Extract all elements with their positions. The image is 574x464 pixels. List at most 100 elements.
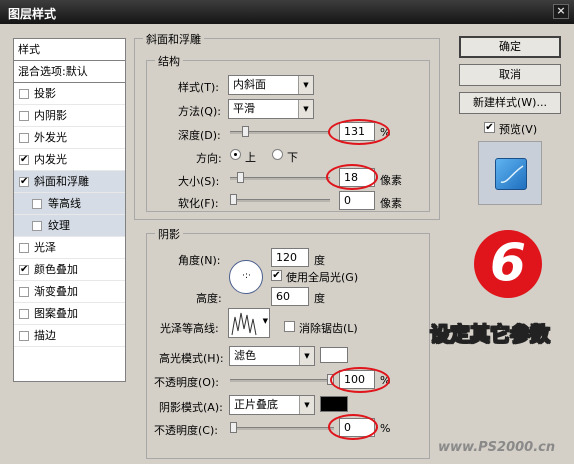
style-item-label: 颜色叠加 bbox=[34, 263, 78, 276]
angle-label: 角度(N): bbox=[178, 254, 221, 267]
depth-slider[interactable] bbox=[230, 126, 330, 138]
shadow-opacity-unit: % bbox=[380, 422, 391, 435]
style-item-checkbox[interactable] bbox=[19, 243, 29, 253]
chevron-down-icon: ▼ bbox=[262, 317, 268, 325]
style-item-checkbox[interactable] bbox=[32, 199, 42, 209]
altitude-unit: 度 bbox=[314, 292, 325, 305]
soften-slider[interactable] bbox=[230, 194, 330, 206]
style-list-item[interactable]: ✔ 颜色叠加 bbox=[14, 259, 125, 281]
step-number-badge: 6 bbox=[474, 230, 542, 298]
window-title: 图层样式 bbox=[8, 7, 57, 21]
global-light-checkbox[interactable]: ✔ bbox=[271, 270, 282, 281]
highlight-opacity-slider[interactable] bbox=[230, 374, 334, 386]
shadow-mode-value: 正片叠底 bbox=[234, 398, 278, 411]
style-list-header[interactable]: 样式 bbox=[14, 39, 125, 61]
style-list-item[interactable]: 等高线 bbox=[14, 193, 125, 215]
ok-button[interactable]: 确定 bbox=[459, 36, 561, 58]
style-item-checkbox[interactable] bbox=[19, 133, 29, 143]
style-item-checkbox[interactable]: ✔ bbox=[19, 177, 29, 187]
style-item-checkbox[interactable] bbox=[19, 111, 29, 121]
preview-line-icon bbox=[500, 165, 524, 183]
highlight-opacity-label: 不透明度(O): bbox=[154, 376, 219, 389]
shadow-color-swatch[interactable] bbox=[320, 396, 348, 412]
style-list-item[interactable]: ✔ 内发光 bbox=[14, 149, 125, 171]
style-item-label: 内发光 bbox=[34, 153, 67, 166]
title-bar: 图层样式 × bbox=[0, 0, 574, 24]
highlight-mode-label: 高光模式(H): bbox=[159, 352, 224, 365]
global-light-label: 使用全局光(G) bbox=[286, 271, 359, 284]
cancel-button[interactable]: 取消 bbox=[459, 64, 561, 86]
layer-style-dialog: 样式 混合选项:默认 投影内阴影 外发光 ✔ 内发光 ✔ 斜面和浮雕等高线纹理光泽 ✔ 颜色叠… bbox=[0, 24, 574, 464]
style-list-item[interactable]: 纹理 bbox=[14, 215, 125, 237]
preview-checkbox[interactable]: ✔ bbox=[484, 122, 495, 133]
bevel-emboss-title: 斜面和浮雕 bbox=[143, 31, 204, 47]
depth-label: 深度(D): bbox=[178, 129, 221, 142]
annotation-circle bbox=[328, 414, 378, 440]
shading-title: 阴影 bbox=[155, 226, 183, 242]
style-item-label: 等高线 bbox=[48, 197, 81, 210]
step-caption: 设定其它参数 bbox=[430, 322, 551, 347]
style-list-item[interactable]: 描边 bbox=[14, 325, 125, 347]
angle-dial[interactable]: ·:· bbox=[229, 260, 263, 294]
style-list-item[interactable]: 图案叠加 bbox=[14, 303, 125, 325]
depth-slider-thumb[interactable] bbox=[242, 126, 249, 137]
style-item-checkbox[interactable] bbox=[19, 287, 29, 297]
style-item-checkbox[interactable] bbox=[19, 309, 29, 319]
direction-label: 方向: bbox=[196, 152, 222, 165]
highlight-color-swatch[interactable] bbox=[320, 347, 348, 363]
direction-up-label: 上 bbox=[245, 151, 256, 164]
style-item-label: 投影 bbox=[34, 87, 56, 100]
style-item-label: 斜面和浮雕 bbox=[34, 175, 89, 188]
direction-down-label: 下 bbox=[287, 151, 298, 164]
size-slider[interactable] bbox=[230, 172, 330, 184]
style-label: 样式(T): bbox=[178, 81, 220, 94]
angle-input[interactable]: 120 bbox=[271, 248, 309, 267]
style-item-checkbox[interactable] bbox=[19, 331, 29, 341]
gloss-contour-picker[interactable]: ▼ bbox=[228, 308, 270, 338]
size-label: 大小(S): bbox=[178, 175, 220, 188]
soften-input[interactable]: 0 bbox=[339, 191, 375, 210]
style-list-item[interactable]: 外发光 bbox=[14, 127, 125, 149]
watermark: www.PS2000.cn bbox=[438, 440, 556, 455]
style-list-item[interactable]: 投影 bbox=[14, 83, 125, 105]
blend-options-item[interactable]: 混合选项:默认 bbox=[14, 61, 125, 83]
highlight-mode-select[interactable]: 滤色 ▼ bbox=[229, 346, 315, 366]
altitude-label: 高度: bbox=[196, 292, 222, 305]
style-item-checkbox[interactable] bbox=[19, 89, 29, 99]
new-style-button[interactable]: 新建样式(W)... bbox=[459, 92, 561, 114]
style-item-label: 纹理 bbox=[48, 219, 70, 232]
style-list-item[interactable]: 渐变叠加 bbox=[14, 281, 125, 303]
style-item-label: 光泽 bbox=[34, 241, 56, 254]
style-item-checkbox[interactable] bbox=[32, 221, 42, 231]
angle-crosshair-icon: ·:· bbox=[242, 271, 251, 281]
altitude-input[interactable]: 60 bbox=[271, 287, 309, 306]
style-list: 样式 混合选项:默认 投影内阴影 外发光 ✔ 内发光 ✔ 斜面和浮雕等高线纹理光泽 ✔ 颜色叠… bbox=[13, 38, 126, 382]
chevron-down-icon: ▼ bbox=[298, 76, 313, 94]
chevron-down-icon: ▼ bbox=[299, 347, 314, 365]
preview-label: 预览(V) bbox=[499, 123, 538, 136]
shadow-opacity-slider[interactable] bbox=[230, 422, 334, 434]
technique-label: 方法(Q): bbox=[178, 105, 221, 118]
technique-value: 平滑 bbox=[233, 102, 255, 115]
bevel-style-select[interactable]: 内斜面 ▼ bbox=[228, 75, 314, 95]
style-item-checkbox[interactable]: ✔ bbox=[19, 265, 29, 275]
technique-select[interactable]: 平滑 ▼ bbox=[228, 99, 314, 119]
antialias-checkbox[interactable] bbox=[284, 321, 295, 332]
style-item-checkbox[interactable]: ✔ bbox=[19, 155, 29, 165]
style-list-item[interactable]: 内阴影 bbox=[14, 105, 125, 127]
soften-unit: 像素 bbox=[380, 197, 402, 210]
shadow-mode-label: 阴影模式(A): bbox=[159, 401, 223, 414]
shadow-opacity-thumb[interactable] bbox=[230, 422, 237, 433]
shadow-mode-select[interactable]: 正片叠底 ▼ bbox=[229, 395, 315, 415]
soften-label: 软化(F): bbox=[178, 197, 219, 210]
style-list-item[interactable]: ✔ 斜面和浮雕 bbox=[14, 171, 125, 193]
step-number: 6 bbox=[489, 233, 527, 293]
annotation-circle bbox=[326, 164, 378, 190]
direction-down-radio[interactable] bbox=[272, 149, 283, 160]
size-slider-thumb[interactable] bbox=[237, 172, 244, 183]
close-icon[interactable]: × bbox=[553, 4, 569, 19]
style-list-item[interactable]: 光泽 bbox=[14, 237, 125, 259]
direction-up-radio[interactable] bbox=[230, 149, 241, 160]
chevron-down-icon: ▼ bbox=[298, 100, 313, 118]
soften-slider-thumb[interactable] bbox=[230, 194, 237, 205]
